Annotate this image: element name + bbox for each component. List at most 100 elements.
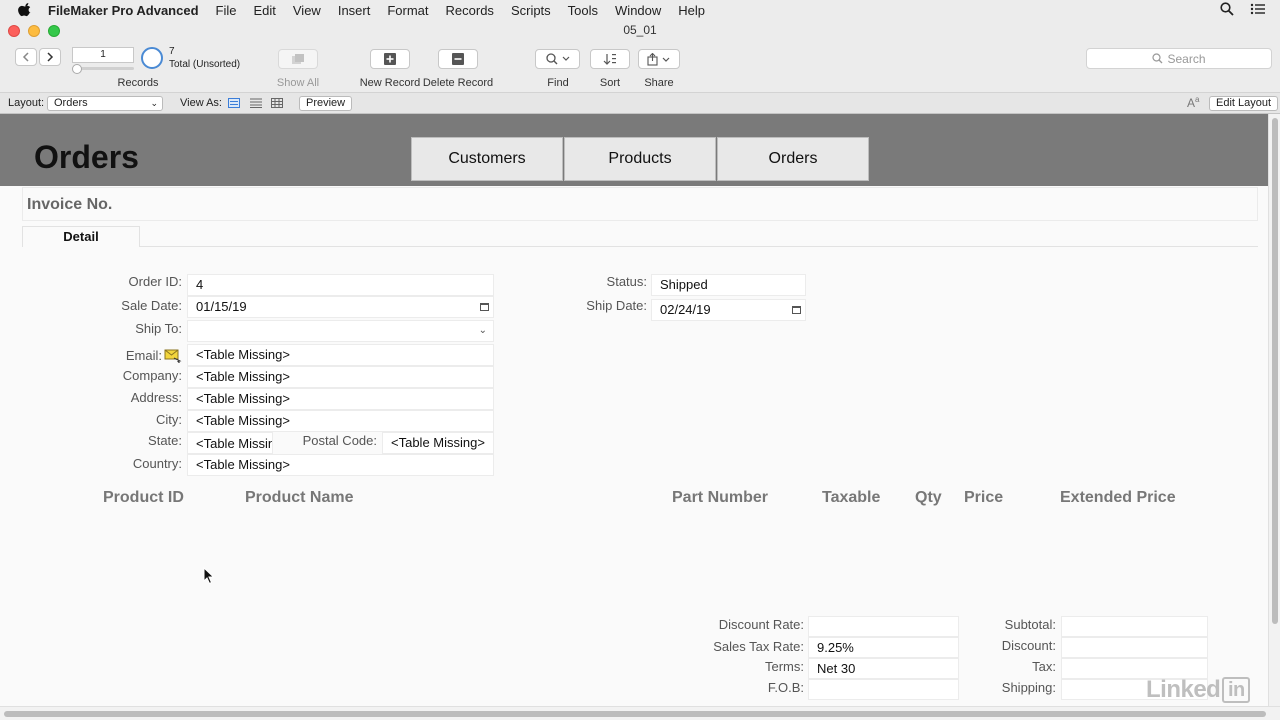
sort-icon (603, 54, 616, 65)
sort-button[interactable] (590, 49, 630, 69)
menu-edit[interactable]: Edit (253, 3, 275, 18)
shipping-label: Shipping: (1001, 680, 1056, 695)
menu-file[interactable]: File (216, 3, 237, 18)
sale-date-field[interactable]: 01/15/19 (187, 296, 494, 318)
list-view-icon[interactable] (250, 98, 262, 108)
calendar-icon[interactable] (792, 306, 801, 314)
column-extended-price: Extended Price (1060, 489, 1176, 506)
horizontal-scroll-thumb[interactable] (4, 711, 1266, 717)
share-label: Share (644, 77, 674, 89)
terms-field[interactable]: Net 30 (808, 658, 959, 679)
address-field[interactable]: <Table Missing> (187, 388, 494, 410)
discount-field[interactable] (1061, 637, 1208, 658)
sale-date-label: Sale Date: (121, 298, 182, 313)
ship-to-label: Ship To: (135, 321, 182, 336)
nav-button-orders[interactable]: Orders (717, 137, 869, 181)
sales-tax-rate-label: Sales Tax Rate: (713, 639, 804, 654)
spotlight-search-icon[interactable] (1220, 2, 1234, 16)
menu-format[interactable]: Format (387, 3, 428, 18)
column-product-name: Product Name (245, 489, 354, 506)
calendar-icon[interactable] (480, 303, 489, 311)
menu-records[interactable]: Records (446, 3, 494, 18)
notification-center-icon[interactable] (1250, 2, 1266, 16)
postal-code-label: Postal Code: (302, 433, 377, 448)
ship-date-field[interactable]: 02/24/19 (651, 299, 806, 321)
chevron-down-icon: ⌄ (478, 325, 487, 336)
vertical-scroll-thumb[interactable] (1272, 118, 1278, 624)
layout-content: Orders Customers Products Orders Invoice… (0, 114, 1268, 706)
email-button-icon[interactable] (164, 349, 182, 363)
search-icon (1152, 53, 1163, 64)
find-label: Find (547, 77, 569, 89)
status-field[interactable]: Shipped (651, 274, 806, 296)
menu-view[interactable]: View (293, 3, 321, 18)
table-view-icon[interactable] (271, 98, 283, 108)
state-label: State: (148, 433, 182, 448)
layout-select[interactable]: Orders ⌄ (47, 96, 163, 111)
quick-find-search-input[interactable]: Search (1086, 48, 1272, 69)
postal-code-field[interactable]: <Table Missing> (382, 432, 494, 454)
column-price: Price (964, 489, 1004, 506)
next-record-button[interactable] (39, 48, 61, 66)
discount-rate-field[interactable] (808, 616, 959, 637)
sale-date-value: 01/15/19 (196, 299, 247, 314)
state-field[interactable]: <Table Missing> (187, 432, 273, 454)
email-field[interactable]: <Table Missing> (187, 344, 494, 366)
found-set-pie-icon[interactable] (141, 47, 163, 69)
company-field[interactable]: <Table Missing> (187, 366, 494, 388)
nav-button-customers[interactable]: Customers (411, 137, 563, 181)
order-id-field[interactable]: 4 (187, 274, 494, 296)
share-icon (647, 52, 670, 66)
current-record-input[interactable]: 1 (72, 47, 134, 63)
email-label: Email: (125, 348, 162, 363)
ship-to-dropdown[interactable]: ⌄ (187, 320, 494, 342)
preview-button[interactable]: Preview (299, 96, 353, 111)
watermark-in-box: in (1222, 677, 1251, 703)
company-label: Company: (122, 368, 182, 383)
delete-record-button[interactable] (438, 49, 478, 69)
mouse-cursor-icon (203, 567, 215, 585)
record-slider[interactable] (72, 64, 134, 74)
menu-tools[interactable]: Tools (568, 3, 598, 18)
previous-record-button[interactable] (15, 48, 37, 66)
country-label: Country: (132, 456, 182, 471)
delete-record-label: Delete Record (422, 77, 494, 89)
formatting-bar-icon[interactable]: Aa (1187, 95, 1199, 110)
ship-date-label: Ship Date: (586, 298, 647, 313)
subtotal-label: Subtotal: (1004, 617, 1056, 632)
tab-detail[interactable]: Detail (22, 226, 140, 247)
nav-button-products[interactable]: Products (564, 137, 716, 181)
show-all-button[interactable] (278, 49, 318, 69)
discount-label: Discount: (1001, 638, 1056, 653)
invoice-band: Invoice No. (22, 187, 1258, 221)
sales-tax-rate-field[interactable]: 9.25% (808, 637, 959, 658)
sort-label: Sort (599, 77, 621, 89)
address-label: Address: (130, 390, 182, 405)
app-menu[interactable]: FileMaker Pro Advanced (48, 3, 199, 18)
new-record-button[interactable] (370, 49, 410, 69)
menu-help[interactable]: Help (678, 3, 705, 18)
menu-scripts[interactable]: Scripts (511, 3, 551, 18)
menu-window[interactable]: Window (615, 3, 661, 18)
chevron-down-icon: ⌄ (150, 98, 158, 108)
show-all-icon (292, 54, 304, 64)
horizontal-scrollbar[interactable] (0, 706, 1280, 720)
find-button[interactable] (535, 49, 580, 69)
edit-layout-button[interactable]: Edit Layout (1209, 96, 1279, 111)
column-qty: Qty (915, 489, 942, 506)
share-button[interactable] (638, 49, 680, 69)
form-view-icon[interactable] (228, 98, 240, 108)
menu-insert[interactable]: Insert (338, 3, 371, 18)
vertical-scrollbar[interactable] (1268, 114, 1280, 706)
new-record-label: New Record (359, 77, 421, 89)
window-title: 05_01 (623, 23, 657, 37)
ship-date-value: 02/24/19 (660, 302, 711, 317)
country-field[interactable]: <Table Missing> (187, 454, 494, 476)
subtotal-field[interactable] (1061, 616, 1208, 637)
menu-bar: FileMaker Pro Advanced File Edit View In… (0, 0, 1280, 20)
apple-icon[interactable] (18, 3, 32, 17)
city-field[interactable]: <Table Missing> (187, 410, 494, 432)
fob-field[interactable] (808, 679, 959, 700)
status-toolbar: 1 7 Total (Unsorted) Records Show All Ne… (0, 40, 1280, 92)
found-count: 7 (169, 46, 175, 57)
